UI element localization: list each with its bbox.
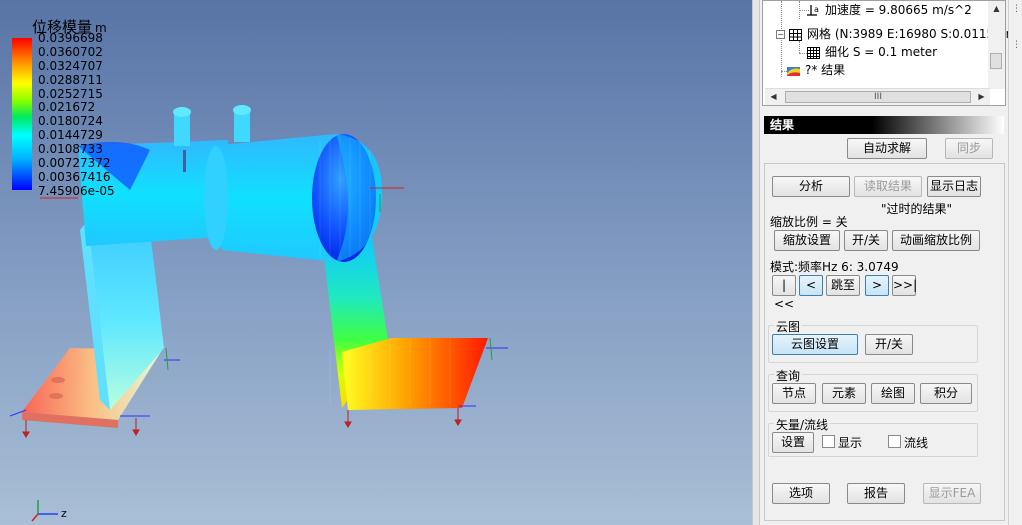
axis-triad: z (31, 500, 67, 522)
analyze-button[interactable]: 分析 (772, 176, 850, 197)
streamline-label: 流线 (904, 436, 929, 450)
legend-value: 0.0324707 (38, 58, 103, 73)
legend-value: 0.0144729 (38, 128, 103, 143)
tree-horizontal-thumb[interactable]: III (785, 91, 971, 103)
results-section-header: 结果 (764, 116, 1004, 134)
element-query-button[interactable]: 元素 (822, 383, 866, 404)
query-group-title: 查询 (774, 367, 803, 384)
splitter[interactable] (752, 0, 760, 525)
scroll-up-arrow-icon[interactable]: ▲ (988, 1, 1005, 17)
tree-vertical-thumb[interactable] (990, 53, 1002, 69)
tree-item-label: 细化 S = 0.1 meter (825, 45, 938, 59)
legend-value: 7.45906e-05 (38, 183, 115, 198)
model-tree[interactable]: a 加速度 = 9.80665 m/s^2 − 网格 (N:3989 E:1698… (762, 0, 1022, 106)
legend-value: 0.021672 (38, 100, 96, 115)
scroll-left-arrow-icon[interactable]: ◀ (765, 89, 782, 105)
tree-vertical-scrollbar[interactable]: ▲ (988, 1, 1005, 89)
strip-handle-icon: ⋮ (1012, 40, 1021, 50)
animate-scale-button[interactable]: 动画缩放比例 (892, 230, 980, 251)
options-button[interactable]: 选项 (772, 483, 830, 504)
next-mode-button[interactable]: > (865, 275, 889, 296)
right-panel: a 加速度 = 9.80665 m/s^2 − 网格 (N:3989 E:1698… (760, 0, 1022, 525)
legend-value: 0.0252715 (38, 86, 103, 101)
tree-expander-mesh[interactable]: − (776, 30, 785, 39)
scale-on-off-button[interactable]: 开/关 (844, 230, 888, 251)
auto-solve-button[interactable]: 自动求解 (847, 138, 927, 159)
legend-values: 0.0396698 0.0360702 0.0324707 0.0288711 0.02… (38, 31, 128, 199)
contour-settings-button[interactable]: 云图设置 (772, 334, 858, 355)
tree-item-refine[interactable]: 细化 S = 0.1 meter (807, 43, 937, 61)
last-mode-button[interactable]: >>| (892, 275, 917, 296)
mesh-icon (789, 28, 802, 41)
legend-value: 0.0108733 (38, 142, 103, 157)
node-query-button[interactable]: 节点 (772, 383, 816, 404)
jump-to-mode-button[interactable]: 跳至 (826, 275, 860, 296)
acceleration-icon: a (807, 4, 819, 16)
sync-button[interactable]: 同步 (945, 138, 993, 159)
vector-group-title: 矢量/流线 (774, 416, 831, 433)
streamline-checkbox[interactable] (888, 435, 901, 448)
legend-value: 0.00367416 (38, 169, 111, 184)
show-log-button[interactable]: 显示日志 (927, 176, 981, 197)
contour-on-off-button[interactable]: 开/关 (865, 334, 913, 355)
read-results-button[interactable]: 读取结果 (854, 176, 922, 197)
tree-item-acceleration[interactable]: a 加速度 = 9.80665 m/s^2 (807, 1, 972, 19)
mode-frequency-label: 模式:频率Hz 6: 3.0749 (770, 260, 899, 274)
plot-query-button[interactable]: 绘图 (871, 383, 915, 404)
show-vectors-label: 显示 (838, 436, 863, 450)
contour-group-title: 云图 (774, 318, 803, 335)
scroll-right-arrow-icon[interactable]: ▶ (973, 89, 990, 105)
tree-item-label: ?* 结果 (805, 63, 846, 77)
legend-color-bar (12, 38, 32, 190)
legend-value: 0.0180724 (38, 114, 103, 129)
tree-item-label: 加速度 = 9.80665 m/s^2 (825, 3, 972, 17)
tree-horizontal-scrollbar[interactable]: ◀ III ▶ (765, 88, 990, 105)
strip-handle-icon: ⋮ (1012, 4, 1021, 14)
viewport-3d[interactable]: 位移模量 m 0.0396698 0.0360702 0.0324707 0.02887… (0, 0, 752, 525)
show-vectors-checkbox[interactable] (822, 435, 835, 448)
side-scroll-strip[interactable]: ⋮ ⋮ (1008, 0, 1022, 525)
show-fea-button[interactable]: 显示FEA (923, 483, 981, 504)
scale-ratio-label: 缩放比例 = 关 (770, 215, 848, 229)
outdated-results-label: "过时的结果" (881, 202, 953, 216)
legend-value: 0.0396698 (38, 31, 103, 45)
legend-value: 0.0360702 (38, 44, 103, 59)
legend-value: 0.0288711 (38, 72, 103, 87)
first-mode-button[interactable]: |<< (772, 275, 796, 311)
vector-settings-button[interactable]: 设置 (772, 432, 814, 453)
previous-mode-button[interactable]: < (799, 275, 823, 296)
svg-text:a: a (814, 5, 819, 14)
triad-z-label: z (61, 507, 67, 520)
scale-settings-button[interactable]: 缩放设置 (774, 230, 840, 251)
integral-query-button[interactable]: 积分 (920, 383, 972, 404)
results-icon (787, 66, 800, 76)
tree-item-results[interactable]: ?* 结果 (787, 61, 845, 79)
legend-value: 0.00727372 (38, 156, 111, 171)
report-button[interactable]: 报告 (847, 483, 905, 504)
refine-icon (807, 46, 820, 59)
